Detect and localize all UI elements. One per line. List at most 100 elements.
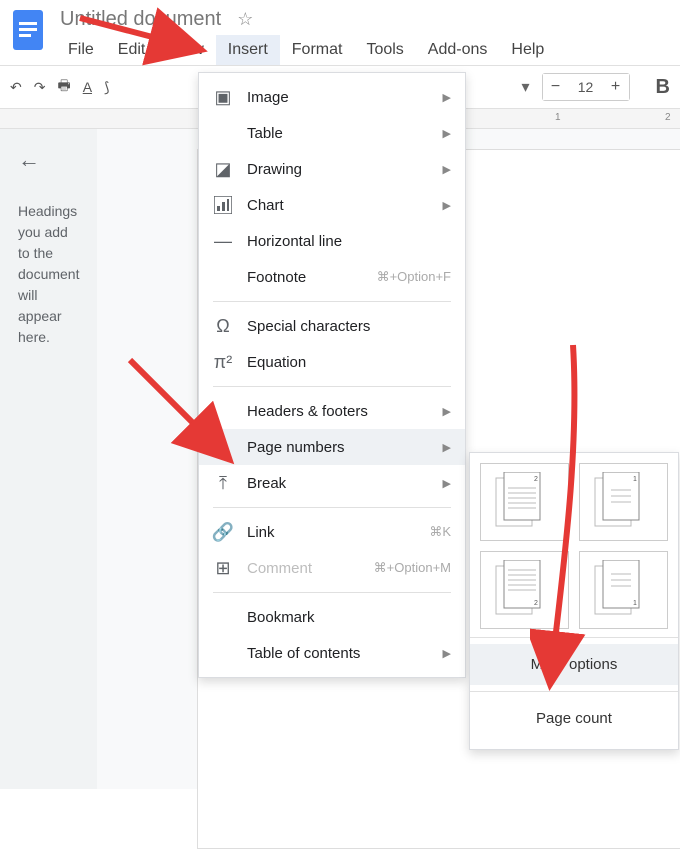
insert-horizontal-line[interactable]: — Horizontal line [199,223,465,259]
insert-equation-label: Equation [247,354,451,371]
redo-icon[interactable]: ↷ [34,79,46,96]
insert-drawing[interactable]: ◪ Drawing ▶ [199,151,465,187]
pi-icon: π² [213,352,233,372]
insert-comment-label: Comment [247,560,360,577]
svg-text:1: 1 [633,476,637,483]
page-numbers-icon [213,437,233,457]
page-number-option-top-right-all[interactable]: 2 [480,463,569,541]
chevron-right-icon: ▶ [443,127,451,140]
chevron-right-icon: ▶ [443,405,451,418]
insert-toc-label: Table of contents [247,645,429,662]
insert-link[interactable]: 🔗 Link ⌘K [199,514,465,550]
menu-format[interactable]: Format [280,35,355,65]
insert-page-numbers[interactable]: Page numbers ▶ [199,429,465,465]
page-numbers-page-count[interactable]: Page count [480,698,668,739]
insert-hrule-label: Horizontal line [247,233,451,250]
print-icon[interactable]: 🖶 [57,75,70,99]
insert-special-label: Special characters [247,318,451,335]
outline-empty-text: Headings you add to the document will ap… [18,201,79,348]
insert-footnote[interactable]: Footnote ⌘+Option+F [199,259,465,295]
insert-image[interactable]: ▣ Image ▶ [199,79,465,115]
document-title[interactable]: Untitled document [56,6,225,33]
page-numbers-submenu: 2 1 2 1 [469,452,679,750]
back-arrow-icon[interactable]: ← [18,147,79,173]
page-number-option-bottom-right-skip-first[interactable]: 1 [579,551,668,629]
chevron-right-icon: ▶ [443,199,451,212]
insert-special-characters[interactable]: Ω Special characters [199,308,465,344]
more-options-label: More options [531,656,618,673]
footnote-icon [213,267,233,287]
chevron-right-icon: ▶ [443,647,451,660]
link-shortcut: ⌘K [429,524,451,540]
page-count-label: Page count [536,710,612,727]
bold-button[interactable]: B [656,76,670,99]
menu-divider [213,507,451,508]
submenu-divider [470,637,678,638]
chevron-right-icon: ▶ [443,441,451,454]
outline-sidebar: ← Headings you add to the document will … [0,129,97,789]
insert-table-label: Table [247,125,429,142]
insert-menu: ▣ Image ▶ Table ▶ ◪ Drawing ▶ Chart ▶ — … [198,72,466,678]
font-size-decrease[interactable]: − [543,74,569,100]
menu-divider [213,301,451,302]
insert-footnote-label: Footnote [247,269,363,286]
zoom-dropdown[interactable]: ▾ [522,77,530,97]
chevron-right-icon: ▶ [443,91,451,104]
menu-addons[interactable]: Add-ons [416,35,500,65]
omega-icon: Ω [213,316,233,336]
headers-icon [213,401,233,421]
menubar: File Edit View Insert Format Tools Add-o… [56,35,672,65]
chevron-right-icon: ▶ [443,163,451,176]
svg-text:2: 2 [534,600,538,607]
docs-app-icon[interactable] [10,8,46,56]
page-number-option-top-right-skip-first[interactable]: 1 [579,463,668,541]
font-size-stepper[interactable]: − 12 + [542,73,630,101]
font-size-increase[interactable]: + [603,74,629,100]
menu-view[interactable]: View [157,35,215,65]
page-numbers-more-options[interactable]: More options [470,644,678,685]
spellcheck-icon[interactable]: A [83,79,92,95]
paint-format-icon[interactable]: ⟆ [104,79,109,96]
star-icon[interactable]: ☆ [237,9,253,30]
menu-insert[interactable]: Insert [216,35,280,65]
ruler-tick-1: 1 [555,112,561,123]
insert-bookmark[interactable]: Bookmark [199,599,465,635]
ruler-tick-2: 2 [665,112,671,123]
undo-icon[interactable]: ↶ [10,79,22,96]
insert-headers-footers[interactable]: Headers & footers ▶ [199,393,465,429]
horizontal-line-icon: — [213,231,233,251]
menu-edit[interactable]: Edit [106,35,158,65]
comment-shortcut: ⌘+Option+M [374,560,451,576]
font-size-value[interactable]: 12 [569,79,603,95]
header: Untitled document ☆ File Edit View Inser… [0,0,680,65]
insert-image-label: Image [247,89,429,106]
comment-icon: ⊞ [213,558,233,578]
insert-chart[interactable]: Chart ▶ [199,187,465,223]
insert-break[interactable]: ⤒ Break ▶ [199,465,465,501]
menu-divider [213,386,451,387]
insert-toc[interactable]: Table of contents ▶ [199,635,465,671]
svg-text:1: 1 [633,600,637,607]
insert-link-label: Link [247,524,415,541]
image-icon: ▣ [213,87,233,107]
insert-table[interactable]: Table ▶ [199,115,465,151]
bookmark-icon [213,607,233,627]
insert-equation[interactable]: π² Equation [199,344,465,380]
footnote-shortcut: ⌘+Option+F [377,269,451,285]
link-icon: 🔗 [213,522,233,542]
menu-divider [213,592,451,593]
insert-headers-label: Headers & footers [247,403,429,420]
chevron-right-icon: ▶ [443,477,451,490]
svg-text:2: 2 [534,476,538,483]
insert-pagenums-label: Page numbers [247,439,429,456]
insert-drawing-label: Drawing [247,161,429,178]
page-number-option-bottom-right-all[interactable]: 2 [480,551,569,629]
insert-bookmark-label: Bookmark [247,609,451,626]
drawing-icon: ◪ [213,159,233,179]
chart-icon [213,195,233,215]
menu-tools[interactable]: Tools [354,35,415,65]
break-icon: ⤒ [213,473,233,493]
menu-help[interactable]: Help [499,35,556,65]
toc-icon [213,643,233,663]
menu-file[interactable]: File [56,35,106,65]
